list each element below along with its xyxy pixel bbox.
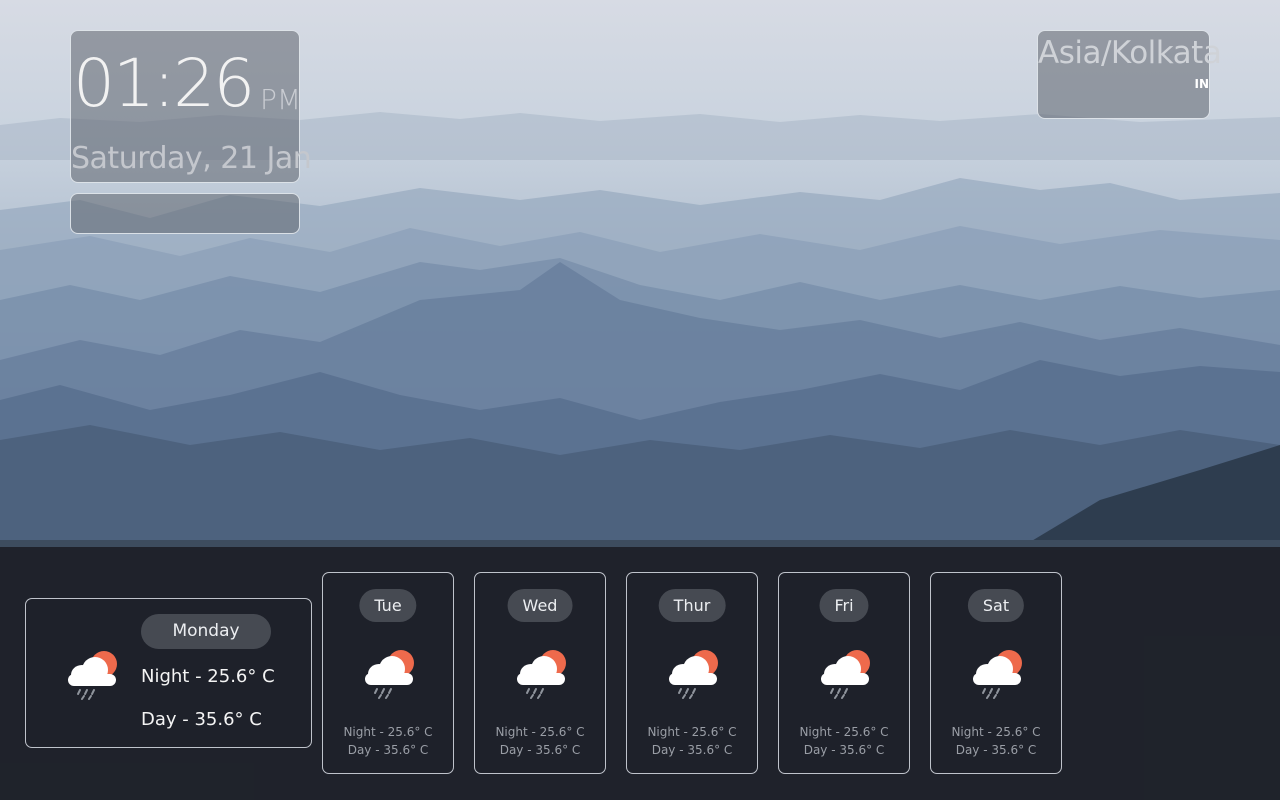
timezone-widget: Asia/Kolkata IN bbox=[1037, 30, 1222, 119]
forecast-day-temp: Day - 35.6° C bbox=[499, 743, 581, 757]
forecast-card-tue[interactable]: Tue Night - 25.6° C Day - 35.6° C bbox=[322, 572, 454, 774]
forecast-day-pill: Thur bbox=[658, 589, 726, 622]
country-code: IN bbox=[1194, 77, 1209, 91]
today-forecast-card[interactable]: Monday Night - 25.6° C Day - 35.6° C bbox=[25, 598, 312, 748]
rain-cloud-sun-icon bbox=[517, 650, 566, 699]
forecast-card-sat[interactable]: Sat Night - 25.6° C Day - 35.6° C bbox=[930, 572, 1062, 774]
forecast-night-temp: Night - 25.6° C bbox=[647, 725, 737, 739]
forecast-day-pill: Fri bbox=[819, 589, 869, 622]
forecast-night-temp: Night - 25.6° C bbox=[799, 725, 889, 739]
clock-time: 01:26 bbox=[73, 45, 255, 122]
today-day-temp: Day - 35.6° C bbox=[141, 709, 262, 730]
today-day-pill: Monday bbox=[141, 614, 271, 649]
forecast-panel: Monday Night - 25.6° C Day - 35.6° C Tue… bbox=[0, 547, 1280, 800]
forecast-night-temp: Night - 25.6° C bbox=[951, 725, 1041, 739]
rain-cloud-sun-icon bbox=[365, 650, 414, 699]
forecast-day-temp: Day - 35.6° C bbox=[955, 743, 1037, 757]
forecast-day-pill: Wed bbox=[507, 589, 573, 622]
rain-cloud-sun-icon bbox=[68, 651, 117, 700]
forecast-day-temp: Day - 35.6° C bbox=[651, 743, 733, 757]
forecast-card-wed[interactable]: Wed Night - 25.6° C Day - 35.6° C bbox=[474, 572, 606, 774]
rain-cloud-sun-icon bbox=[973, 650, 1022, 699]
forecast-night-temp: Night - 25.6° C bbox=[343, 725, 433, 739]
clock-ampm: PM bbox=[260, 83, 302, 116]
empty-info-box bbox=[70, 193, 300, 234]
forecast-card-thur[interactable]: Thur Night - 25.6° C Day - 35.6° C bbox=[626, 572, 758, 774]
clock-widget: 01:26 PM Saturday, 21 Jan bbox=[70, 30, 312, 183]
rain-cloud-sun-icon bbox=[669, 650, 718, 699]
forecast-day-temp: Day - 35.6° C bbox=[347, 743, 429, 757]
timezone-name: Asia/Kolkata bbox=[1038, 35, 1222, 71]
forecast-night-temp: Night - 25.6° C bbox=[495, 725, 585, 739]
forecast-day-temp: Day - 35.6° C bbox=[803, 743, 885, 757]
forecast-card-fri[interactable]: Fri Night - 25.6° C Day - 35.6° C bbox=[778, 572, 910, 774]
clock-date: Saturday, 21 Jan bbox=[71, 141, 312, 176]
forecast-day-pill: Tue bbox=[359, 589, 417, 622]
rain-cloud-sun-icon bbox=[821, 650, 870, 699]
forecast-day-pill: Sat bbox=[967, 589, 1025, 622]
today-night-temp: Night - 25.6° C bbox=[141, 666, 275, 687]
